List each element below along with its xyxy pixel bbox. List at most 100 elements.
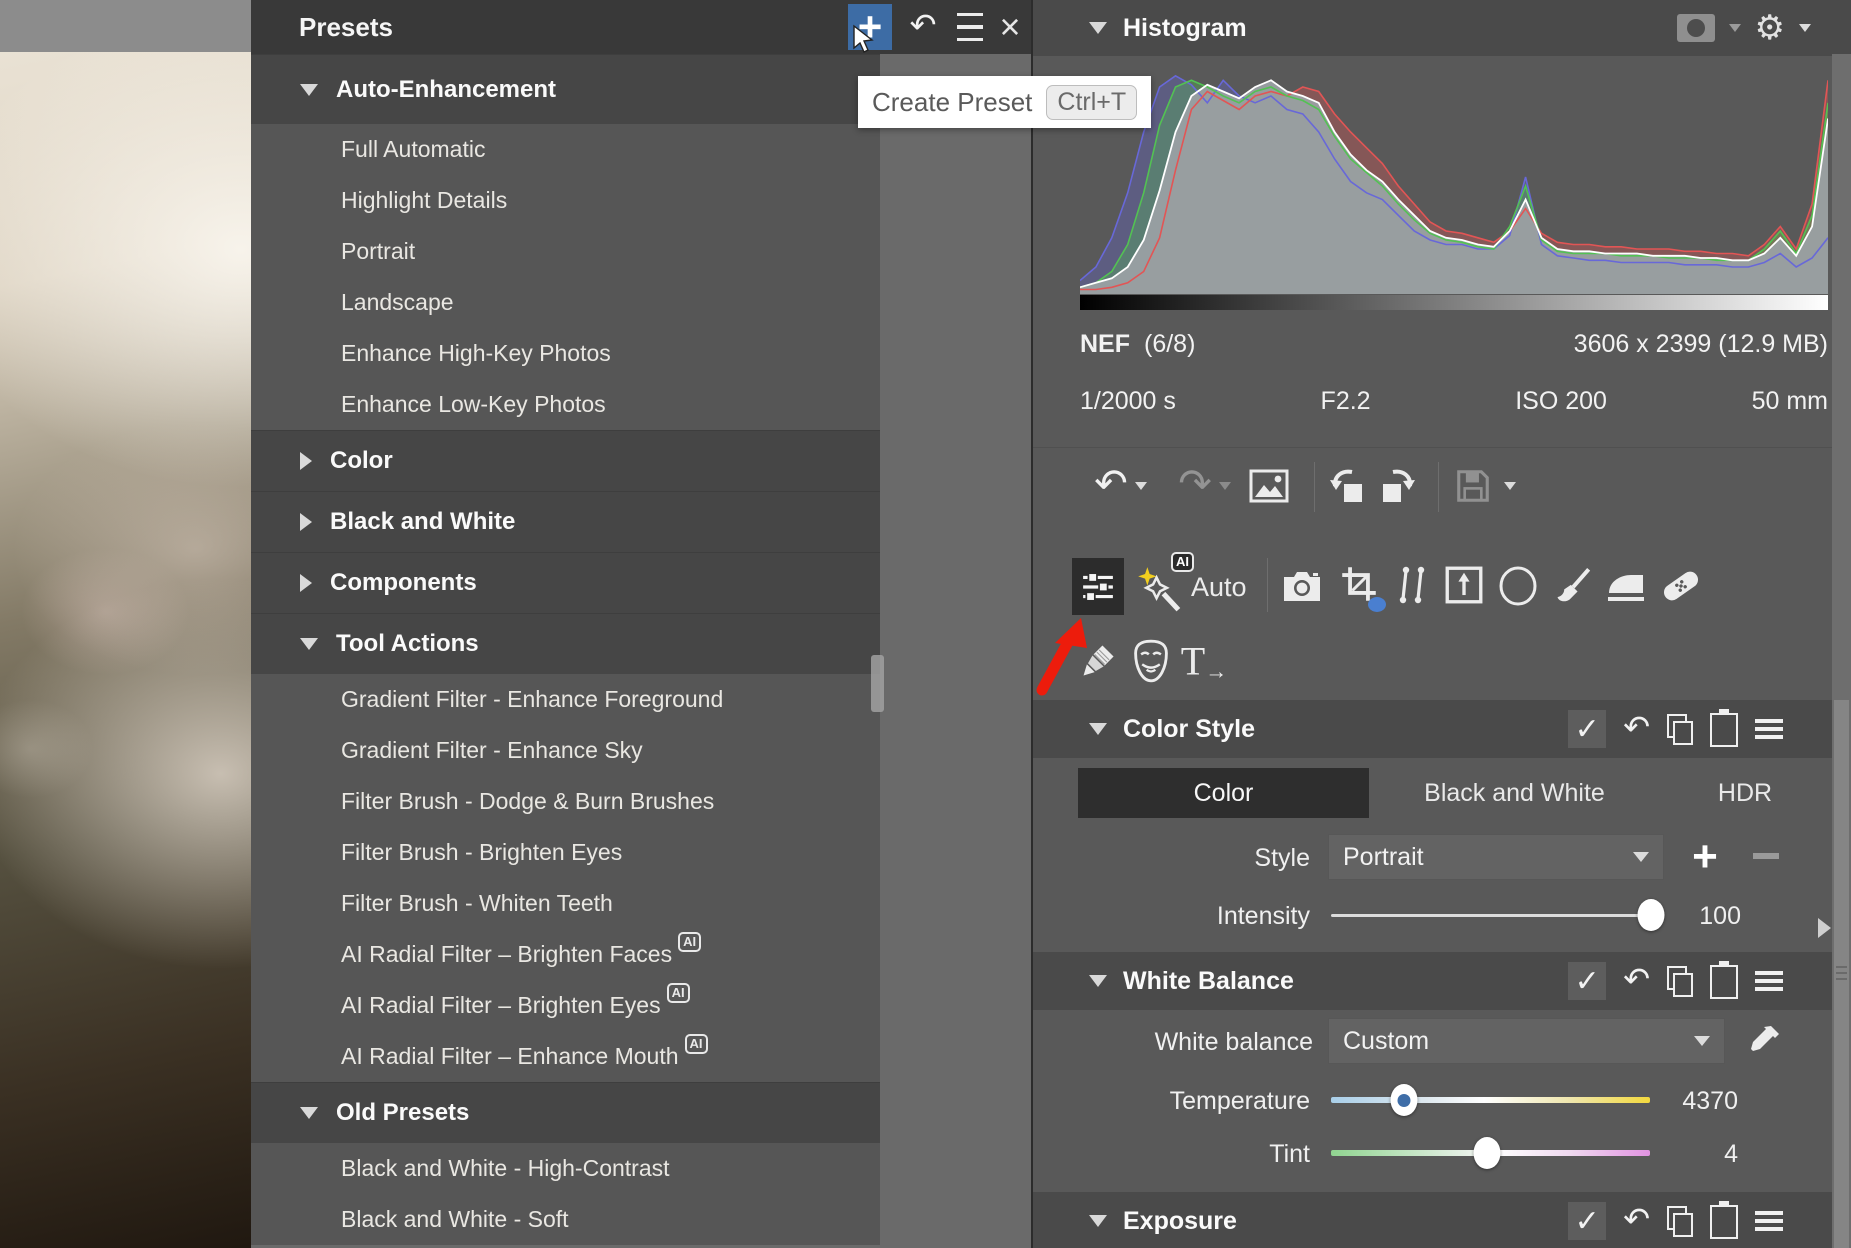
panel-collapse-arrow[interactable] — [1818, 918, 1831, 938]
undo-caret-icon[interactable] — [1135, 482, 1147, 490]
section-reset-button[interactable]: ↶ — [1623, 1203, 1650, 1235]
preset-item[interactable]: Filter Brush - Whiten Teeth — [251, 878, 880, 929]
slider-track[interactable] — [1331, 1097, 1650, 1103]
remove-style-button[interactable] — [1753, 853, 1779, 859]
anonymize-face-button[interactable] — [1131, 639, 1171, 683]
save-caret-icon[interactable] — [1504, 482, 1516, 490]
preset-item[interactable]: Gradient Filter - Enhance Sky — [251, 725, 880, 776]
tab-hdr[interactable]: HDR — [1660, 768, 1830, 818]
settings-caret-icon[interactable] — [1799, 24, 1811, 32]
camera-icon — [1282, 569, 1322, 603]
rotate-left-button[interactable] — [1328, 466, 1370, 506]
straighten-tool-button[interactable] — [1395, 565, 1429, 605]
preset-item[interactable]: Gradient Filter - Enhance Foreground — [251, 674, 880, 725]
intensity-slider[interactable] — [1331, 899, 1664, 931]
preset-item[interactable]: Full Automatic — [251, 124, 880, 175]
section-menu-icon[interactable] — [1755, 966, 1783, 996]
white-balance-dropdown[interactable]: Custom — [1328, 1018, 1725, 1064]
white-balance-header[interactable]: White Balance ✓ ↶ — [1033, 952, 1851, 1010]
white-balance-eyedropper-button[interactable] — [1747, 1024, 1781, 1058]
preset-item[interactable]: Highlight Details — [251, 175, 880, 226]
section-reset-button[interactable]: ↶ — [1623, 711, 1650, 743]
preset-section-tool-actions[interactable]: Tool Actions — [251, 613, 880, 674]
preset-item-label: Landscape — [341, 289, 454, 316]
add-style-button[interactable]: + — [1692, 832, 1718, 882]
style-dropdown[interactable]: Portrait — [1328, 834, 1664, 880]
panel-scrollbar-thumb[interactable] — [1834, 700, 1849, 1248]
redo-button[interactable]: ↷ — [1178, 466, 1212, 506]
tab-black-and-white[interactable]: Black and White — [1369, 768, 1660, 818]
gear-icon[interactable]: ⚙ — [1755, 11, 1785, 45]
slider-thumb[interactable] — [1474, 1137, 1501, 1169]
paste-settings-icon[interactable] — [1710, 713, 1738, 747]
slider-thumb[interactable] — [1637, 899, 1664, 931]
paste-settings-icon[interactable] — [1710, 1205, 1738, 1239]
chevron-down-icon — [300, 1107, 318, 1119]
undo-button[interactable]: ↶ — [1094, 466, 1128, 506]
style-value: Portrait — [1343, 843, 1424, 872]
slider-track[interactable] — [1331, 914, 1664, 917]
preset-section-color[interactable]: Color — [251, 430, 880, 491]
copy-settings-icon[interactable] — [1667, 714, 1693, 744]
section-enabled-checkbox[interactable]: ✓ — [1568, 710, 1606, 748]
auto-enhance-button[interactable] — [1137, 566, 1183, 612]
overlay-caret-icon[interactable] — [1729, 24, 1741, 32]
slider-thumb[interactable] — [1391, 1084, 1418, 1116]
preset-section-components[interactable]: Components — [251, 552, 880, 613]
perspective-tool-button[interactable] — [1445, 566, 1483, 604]
camera-tool-button[interactable] — [1282, 569, 1322, 603]
preset-item[interactable]: Portrait — [251, 226, 880, 277]
preset-item[interactable]: Filter Brush - Brighten Eyes — [251, 827, 880, 878]
preset-item[interactable]: AI Radial Filter – Brighten EyesAI — [251, 980, 880, 1031]
preset-item[interactable]: Black and White - Soft — [251, 1194, 880, 1245]
paste-settings-icon[interactable] — [1710, 965, 1738, 999]
white-balance-label: White balance — [1063, 1028, 1313, 1057]
preset-section-black-and-white[interactable]: Black and White — [251, 491, 880, 552]
preset-item[interactable]: Enhance Low-Key Photos — [251, 379, 880, 430]
section-menu-icon[interactable] — [1755, 1206, 1783, 1236]
ai-badge: AI — [1171, 552, 1194, 572]
auto-label[interactable]: Auto — [1191, 572, 1247, 603]
presets-scrollbar-thumb[interactable] — [871, 655, 884, 712]
preset-item[interactable]: AI Radial Filter – Brighten FacesAI — [251, 929, 880, 980]
preset-list: Auto-EnhancementFull AutomaticHighlight … — [251, 54, 880, 1245]
radial-filter-button[interactable] — [1497, 565, 1539, 607]
separator — [1267, 558, 1268, 612]
rotate-right-button[interactable] — [1375, 466, 1417, 506]
histogram-header[interactable]: Histogram ⚙ — [1033, 0, 1851, 56]
text-tool-button[interactable]: T → — [1181, 638, 1227, 685]
preset-item[interactable]: Filter Brush - Dodge & Burn Brushes — [251, 776, 880, 827]
preset-section-auto-enhancement[interactable]: Auto-Enhancement — [251, 54, 880, 124]
redo-caret-icon[interactable] — [1219, 482, 1231, 490]
section-reset-button[interactable]: ↶ — [1623, 963, 1650, 995]
tint-slider[interactable] — [1331, 1137, 1650, 1169]
section-enabled-checkbox[interactable]: ✓ — [1568, 962, 1606, 1000]
copy-settings-icon[interactable] — [1667, 966, 1693, 996]
preset-item[interactable]: Black and White - High-Contrast — [251, 1143, 880, 1194]
preset-item[interactable]: Landscape — [251, 277, 880, 328]
section-menu-icon[interactable] — [1755, 714, 1783, 744]
filter-brush-button[interactable] — [1552, 566, 1592, 606]
presets-menu-button[interactable] — [955, 0, 985, 54]
preset-item[interactable]: Enhance High-Key Photos — [251, 328, 880, 379]
gradient-filter-button[interactable] — [1605, 569, 1647, 605]
exposure-header[interactable]: Exposure ✓↶ — [1033, 1192, 1851, 1248]
color-style-header[interactable]: Color Style ✓↶ — [1033, 700, 1851, 758]
white-balance-title: White Balance — [1123, 967, 1294, 996]
copy-settings-icon[interactable] — [1667, 1206, 1693, 1236]
preset-item[interactable]: AI Radial Filter – Enhance MouthAI — [251, 1031, 880, 1082]
presets-close-button[interactable]: × — [995, 0, 1025, 54]
intensity-label: Intensity — [1080, 902, 1310, 931]
show-original-button[interactable] — [1249, 469, 1289, 503]
presets-undo-button[interactable]: ↶ — [906, 0, 940, 54]
healing-tool-button[interactable] — [1658, 565, 1704, 607]
preset-section-old-presets[interactable]: Old Presets — [251, 1082, 880, 1143]
close-icon: × — [999, 0, 1020, 54]
create-preset-tooltip: Create Preset Ctrl+T — [858, 76, 1151, 128]
temperature-slider[interactable] — [1331, 1084, 1650, 1116]
section-enabled-checkbox[interactable]: ✓ — [1568, 1202, 1606, 1240]
overlay-mode-icon[interactable] — [1677, 14, 1715, 42]
save-button[interactable] — [1454, 467, 1492, 505]
preset-item-label: AI Radial Filter – Brighten Faces — [341, 941, 672, 968]
tab-color[interactable]: Color — [1078, 768, 1369, 818]
